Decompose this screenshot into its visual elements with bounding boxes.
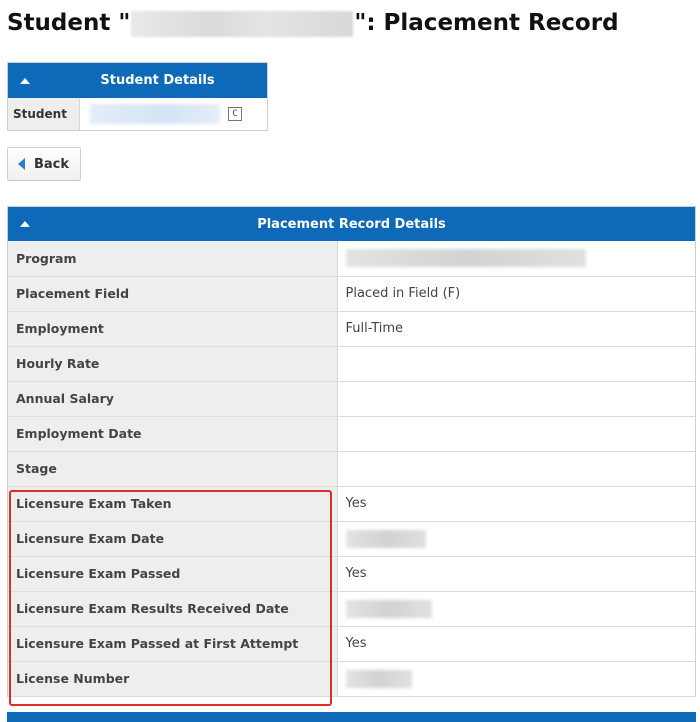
row-label-licensure-exam-date: Licensure Exam Date: [8, 521, 338, 557]
student-details-title: Student Details: [100, 73, 215, 88]
redacted-program-value: [345, 249, 586, 268]
redacted-student-link[interactable]: [90, 104, 220, 124]
row-label-program: Program: [8, 241, 338, 277]
row-label-employment: Employment: [8, 311, 338, 347]
row-value-program: [337, 241, 695, 277]
redacted-results-date: [345, 599, 432, 618]
table-row: Licensure Exam Passed Yes: [8, 556, 695, 592]
student-value: C: [80, 98, 267, 130]
page-title-prefix: Student ": [7, 10, 131, 36]
row-value-employment: Full-Time: [337, 311, 695, 347]
row-value-passed-first-attempt: Yes: [337, 626, 695, 662]
back-button[interactable]: Back: [7, 147, 81, 181]
row-value-placement-field: Placed in Field (F): [337, 276, 695, 312]
table-row: Annual Salary: [8, 381, 695, 417]
row-label-annual-salary: Annual Salary: [8, 381, 338, 417]
row-label-passed-first-attempt: Licensure Exam Passed at First Attempt: [8, 626, 338, 662]
redacted-license-number: [345, 669, 412, 688]
student-details-panel: Student Details Student C: [7, 62, 268, 131]
student-row: Student C: [8, 98, 267, 130]
row-value-employment-date: [337, 416, 695, 452]
row-label-stage: Stage: [8, 451, 338, 487]
back-button-label: Back: [34, 156, 70, 172]
placement-record-table: Program Placement Field Placed in Field …: [8, 241, 695, 697]
row-label-licensure-exam-passed: Licensure Exam Passed: [8, 556, 338, 592]
page-title-suffix: ": Placement Record: [354, 10, 619, 36]
row-label-employment-date: Employment Date: [8, 416, 338, 452]
row-label-hourly-rate: Hourly Rate: [8, 346, 338, 382]
table-row: Employment Full-Time: [8, 311, 695, 347]
redacted-exam-date: [345, 529, 426, 548]
panel-footer-bar: [7, 712, 696, 722]
table-row: Employment Date: [8, 416, 695, 452]
table-row: Placement Field Placed in Field (F): [8, 276, 695, 312]
row-value-licensure-exam-passed: Yes: [337, 556, 695, 592]
table-row: Program: [8, 241, 695, 277]
row-label-results-received-date: Licensure Exam Results Received Date: [8, 591, 338, 627]
copy-icon[interactable]: C: [228, 107, 242, 121]
row-value-licensure-exam-date: [337, 521, 695, 557]
row-value-licensure-exam-taken: Yes: [337, 486, 695, 522]
row-label-placement-field: Placement Field: [8, 276, 338, 312]
row-label-licensure-exam-taken: Licensure Exam Taken: [8, 486, 338, 522]
table-row: Licensure Exam Results Received Date: [8, 591, 695, 627]
table-row: Hourly Rate: [8, 346, 695, 382]
back-arrow-icon: [18, 158, 25, 170]
placement-record-title: Placement Record Details: [257, 216, 446, 232]
table-row: Licensure Exam Passed at First Attempt Y…: [8, 626, 695, 662]
row-value-license-number: [337, 661, 695, 697]
page-title: Student " ": Placement Record: [7, 5, 619, 41]
row-value-results-received-date: [337, 591, 695, 627]
table-row: Stage: [8, 451, 695, 487]
row-value-stage: [337, 451, 695, 487]
placement-record-header[interactable]: Placement Record Details: [8, 207, 695, 241]
row-label-license-number: License Number: [8, 661, 338, 697]
row-value-annual-salary: [337, 381, 695, 417]
table-row: Licensure Exam Date: [8, 521, 695, 557]
student-label: Student: [8, 98, 80, 130]
table-row: License Number: [8, 661, 695, 697]
table-row: Licensure Exam Taken Yes: [8, 486, 695, 522]
student-details-header[interactable]: Student Details: [8, 63, 267, 98]
row-value-hourly-rate: [337, 346, 695, 382]
placement-record-panel: Placement Record Details Program Placeme…: [7, 206, 696, 697]
redacted-student-name: [131, 10, 354, 37]
